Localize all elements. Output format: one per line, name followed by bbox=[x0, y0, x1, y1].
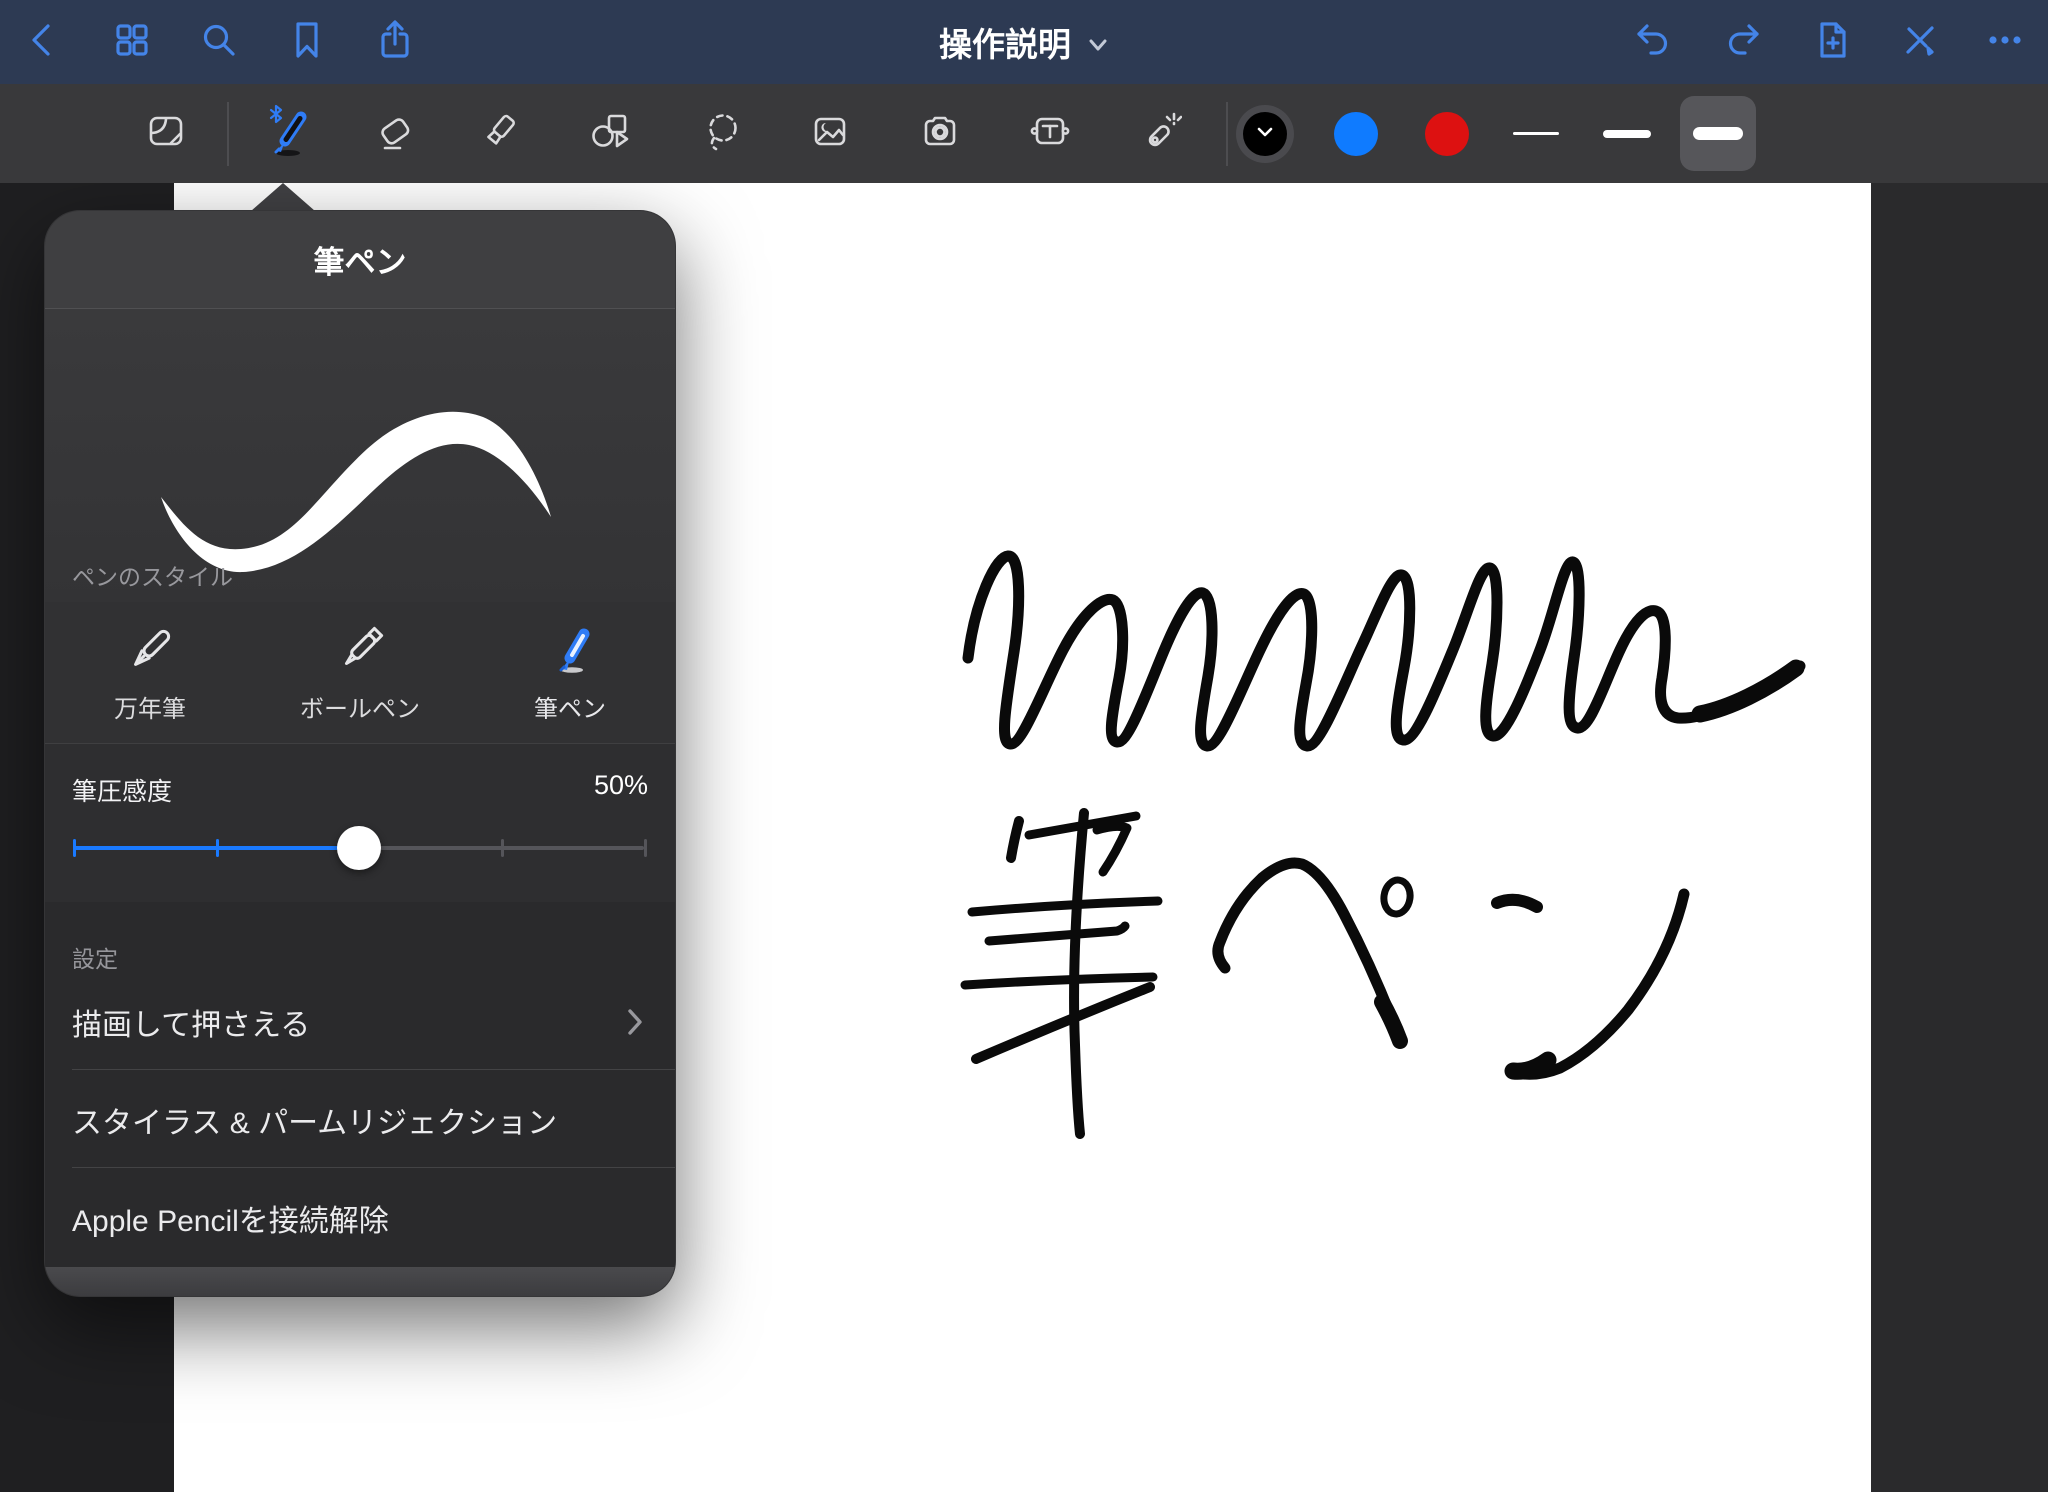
tool-eraser[interactable] bbox=[367, 105, 423, 161]
navigation-bar: 操作説明 bbox=[0, 0, 2048, 84]
back-chevron-icon bbox=[21, 18, 65, 67]
selected-color-ring bbox=[1236, 105, 1294, 163]
thickness-medium[interactable] bbox=[1589, 84, 1665, 183]
pen-style-label: ボールペン bbox=[300, 689, 420, 724]
slider-tick-75 bbox=[501, 839, 504, 857]
pressure-value: 50% bbox=[594, 770, 648, 801]
row-divider bbox=[72, 1069, 675, 1070]
share-icon bbox=[373, 18, 417, 67]
popover-arrow bbox=[251, 183, 315, 211]
slider-tick-0 bbox=[73, 839, 76, 857]
back-button[interactable] bbox=[15, 14, 71, 70]
thumbnails-button[interactable] bbox=[104, 14, 160, 70]
document-title-menu[interactable]: 操作説明 bbox=[939, 0, 1109, 84]
text-icon bbox=[1028, 109, 1072, 158]
redo-icon bbox=[1720, 18, 1764, 67]
add-page-icon bbox=[1810, 18, 1854, 67]
stroke-preview: ペンのスタイル bbox=[45, 309, 675, 602]
color-swatch-blue[interactable] bbox=[1334, 84, 1378, 183]
tool-lasso[interactable] bbox=[694, 105, 750, 161]
pen-off-button[interactable] bbox=[1892, 14, 1948, 70]
slider-tick-100 bbox=[644, 839, 647, 857]
row-divider bbox=[72, 1167, 675, 1168]
pen-style-row: 万年筆 ボールペン 筆ペン bbox=[45, 602, 675, 744]
image-icon bbox=[808, 109, 852, 158]
camera-icon bbox=[918, 109, 962, 158]
pen-style-brush-selected[interactable]: 筆ペン bbox=[465, 602, 675, 743]
thickness-thick[interactable] bbox=[1680, 84, 1756, 183]
setting-disconnect-apple-pencil[interactable]: Apple Pencilを接続解除 bbox=[45, 1174, 675, 1262]
tool-image[interactable] bbox=[802, 105, 858, 161]
setting-stylus-palm-rejection[interactable]: スタイラス & パームリジェクション bbox=[45, 1076, 675, 1164]
brush-pen-icon bbox=[542, 622, 598, 683]
pressure-section: 筆圧感度 50% bbox=[45, 744, 675, 902]
undo-icon bbox=[1632, 18, 1676, 67]
drawing-toolbar bbox=[0, 84, 2048, 183]
shapes-icon bbox=[588, 109, 632, 158]
slider-thumb[interactable] bbox=[337, 826, 381, 870]
tool-text[interactable] bbox=[1022, 105, 1078, 161]
laser-pointer-icon bbox=[1138, 109, 1182, 158]
color-swatch-black-selected[interactable] bbox=[1236, 84, 1294, 183]
add-page-button[interactable] bbox=[1804, 14, 1860, 70]
chevron-right-icon bbox=[627, 1008, 643, 1036]
tool-pen-selected[interactable] bbox=[257, 105, 313, 161]
tool-shapes[interactable] bbox=[582, 105, 638, 161]
bookmark-button[interactable] bbox=[279, 14, 335, 70]
pen-style-fountain[interactable]: 万年筆 bbox=[45, 602, 255, 743]
tool-pointer[interactable] bbox=[1132, 105, 1188, 161]
toolbar-separator bbox=[1226, 102, 1228, 166]
ellipsis-icon bbox=[1983, 18, 2027, 67]
lasso-icon bbox=[700, 109, 744, 158]
pen-bluetooth-icon bbox=[257, 103, 313, 164]
setting-draw-and-hold[interactable]: 描画して押さえる bbox=[45, 978, 675, 1066]
tool-camera[interactable] bbox=[912, 105, 968, 161]
zoom-window-icon bbox=[144, 109, 188, 158]
redo-button[interactable] bbox=[1714, 14, 1770, 70]
fountain-pen-icon bbox=[122, 622, 178, 683]
undo-button[interactable] bbox=[1626, 14, 1682, 70]
share-button[interactable] bbox=[367, 14, 423, 70]
tool-zoom-window[interactable] bbox=[138, 105, 194, 161]
search-button[interactable] bbox=[191, 14, 247, 70]
chevron-down-icon bbox=[1256, 125, 1274, 143]
bookmark-icon bbox=[285, 18, 329, 67]
eraser-icon bbox=[373, 109, 417, 158]
settings-section: 設定 描画して押さえる スタイラス & パームリジェクション Apple Pen… bbox=[45, 902, 675, 1297]
pressure-label: 筆圧感度 bbox=[72, 772, 172, 808]
notes-app: 操作説明 bbox=[0, 0, 2048, 1492]
color-swatch-red[interactable] bbox=[1425, 84, 1469, 183]
grid-icon bbox=[110, 18, 154, 67]
search-icon bbox=[197, 18, 241, 67]
popover-title: 筆ペン bbox=[45, 211, 675, 309]
page-margin-right bbox=[1871, 183, 2048, 1492]
pen-style-ballpoint[interactable]: ボールペン bbox=[255, 602, 465, 743]
pen-off-icon bbox=[1898, 18, 1942, 67]
content-area: 筆ペン ペンのスタイル 万年筆 ボールペン bbox=[0, 183, 2048, 1492]
tool-highlighter[interactable] bbox=[472, 105, 528, 161]
popover-panel: 筆ペン ペンのスタイル 万年筆 ボールペン bbox=[44, 210, 676, 1297]
ballpoint-pen-icon bbox=[332, 622, 388, 683]
popover-footer-strip bbox=[45, 1267, 675, 1296]
more-button[interactable] bbox=[1977, 14, 2033, 70]
chevron-down-icon bbox=[1087, 23, 1109, 61]
pen-style-label: 万年筆 bbox=[114, 689, 186, 724]
toolbar-separator bbox=[227, 102, 229, 166]
pen-settings-popover: 筆ペン ペンのスタイル 万年筆 ボールペン bbox=[44, 183, 676, 1297]
highlighter-icon bbox=[478, 109, 522, 158]
pen-style-label: 筆ペン bbox=[534, 689, 606, 724]
page-title: 操作説明 bbox=[939, 18, 1071, 66]
thickness-thin[interactable] bbox=[1498, 84, 1574, 183]
pressure-slider[interactable] bbox=[73, 830, 644, 866]
pen-style-section-label: ペンのスタイル bbox=[72, 558, 233, 592]
slider-tick-25 bbox=[216, 839, 219, 857]
settings-section-label: 設定 bbox=[72, 940, 118, 974]
